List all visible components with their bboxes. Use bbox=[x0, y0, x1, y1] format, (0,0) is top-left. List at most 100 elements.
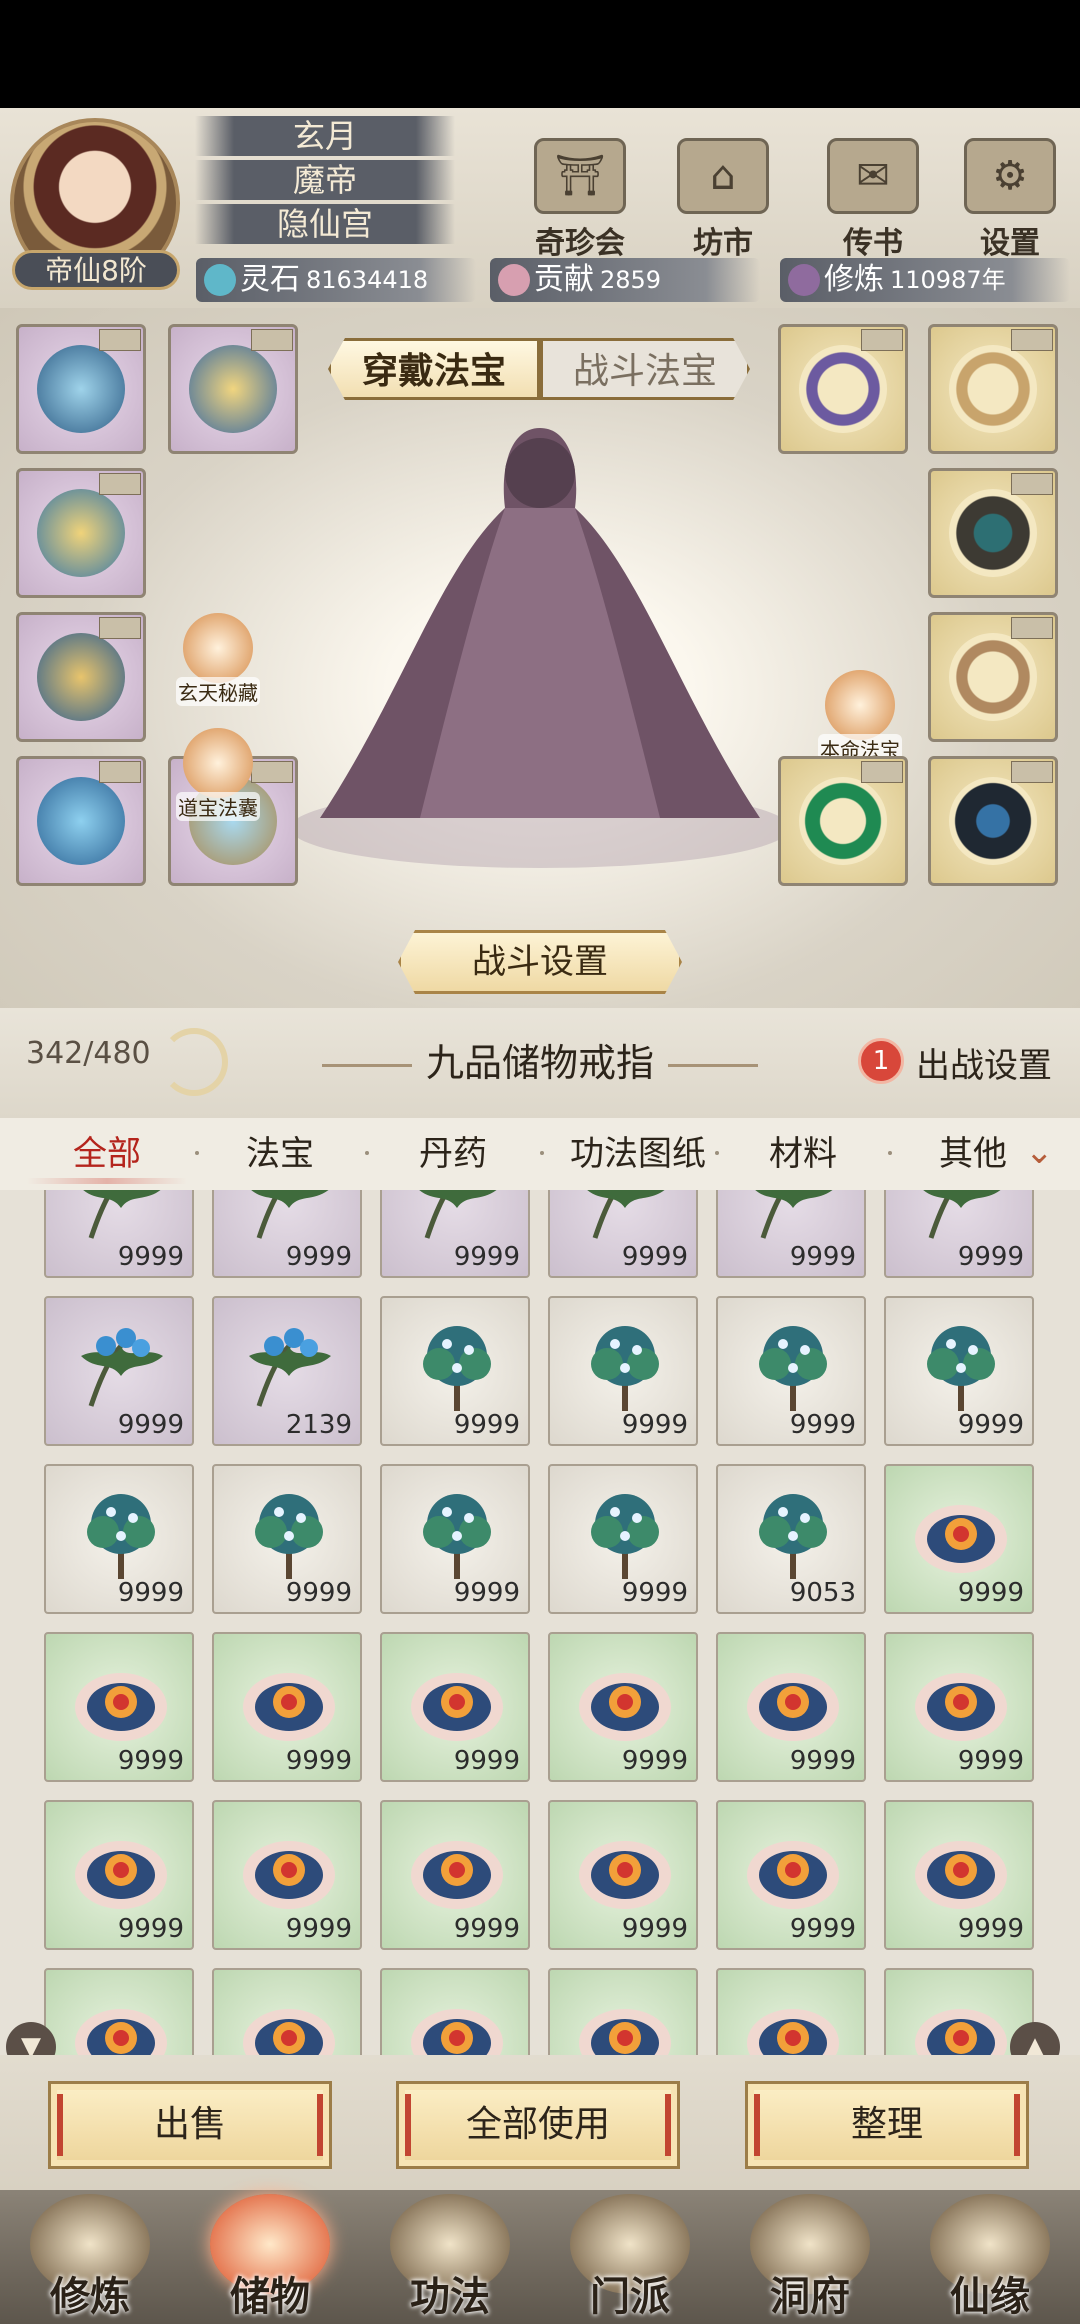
dao-pouch-button[interactable]: 道宝法囊 bbox=[176, 728, 260, 821]
inventory-slot[interactable] bbox=[44, 1968, 194, 2055]
nav-cave[interactable]: 洞府 bbox=[720, 2190, 900, 2324]
nav-cultivate[interactable]: 修炼 bbox=[0, 2190, 180, 2324]
tab-worn-treasures[interactable]: 穿戴法宝 bbox=[328, 338, 540, 400]
equip-slot-ring-1[interactable] bbox=[778, 324, 908, 454]
tree-herb-icon bbox=[423, 1326, 491, 1411]
inventory-slot[interactable]: 2139 bbox=[212, 1296, 362, 1446]
cultivation-counter: 修炼 110987年 bbox=[780, 258, 1070, 302]
item-count: 9999 bbox=[285, 1578, 352, 1608]
sell-button[interactable]: 出售 bbox=[48, 2081, 332, 2169]
inventory-slot[interactable]: 9999 bbox=[716, 1800, 866, 1950]
equip-slot-helmet[interactable] bbox=[168, 324, 298, 454]
inventory-slot[interactable] bbox=[548, 1968, 698, 2055]
inventory-slot[interactable]: 9999 bbox=[380, 1632, 530, 1782]
sort-button[interactable]: 整理 bbox=[745, 2081, 1029, 2169]
inventory-slot[interactable]: 9999 bbox=[884, 1800, 1034, 1950]
equip-slot-ring-3[interactable] bbox=[928, 468, 1058, 598]
inventory-slot[interactable]: 9999 bbox=[380, 1800, 530, 1950]
use-all-button[interactable]: 全部使用 bbox=[396, 2081, 680, 2169]
deploy-settings-button[interactable]: 出战设置 bbox=[916, 1038, 1052, 1087]
chevron-down-icon[interactable]: ⌄ bbox=[1025, 1132, 1054, 1172]
equip-slot-ring-4[interactable] bbox=[928, 612, 1058, 742]
inventory-slot[interactable]: 9999 bbox=[884, 1296, 1034, 1446]
inventory-slot[interactable]: 9999 bbox=[884, 1464, 1034, 1614]
nav-storage[interactable]: 储物 bbox=[180, 2190, 360, 2324]
inventory-slot[interactable]: 9999 bbox=[380, 1464, 530, 1614]
bracer-icon bbox=[37, 633, 125, 721]
inventory-slot[interactable]: 9999 bbox=[44, 1632, 194, 1782]
inventory-slot[interactable] bbox=[716, 1968, 866, 2055]
tab-all[interactable]: 全部 bbox=[27, 1118, 187, 1190]
cultivation-label: 修炼 bbox=[824, 262, 884, 297]
storage-header: 342/480 九品储物戒指 1 出战设置 bbox=[0, 1008, 1080, 1118]
inventory-slot[interactable]: 9999 bbox=[212, 1464, 362, 1614]
swirl-icon bbox=[183, 613, 253, 683]
tab-treasures[interactable]: 法宝 bbox=[205, 1118, 355, 1190]
natal-treasure-button[interactable]: 本命法宝 bbox=[818, 670, 902, 763]
battle-settings-button[interactable]: 战斗设置 bbox=[398, 930, 682, 994]
inventory-slot[interactable]: 9999 bbox=[548, 1464, 698, 1614]
slot-tag-icon bbox=[1011, 761, 1053, 783]
inventory-slot[interactable]: 9999 bbox=[44, 1464, 194, 1614]
item-count: 9999 bbox=[285, 1914, 352, 1944]
inventory-slot[interactable]: 9999 bbox=[884, 1632, 1034, 1782]
tab-techniques[interactable]: 功法图纸 bbox=[553, 1118, 723, 1190]
flower-herb-icon bbox=[411, 1673, 503, 1741]
tab-pills[interactable]: 丹药 bbox=[378, 1118, 528, 1190]
inventory-slot[interactable]: 9999 bbox=[212, 1190, 362, 1278]
equip-slot-ring-5[interactable] bbox=[778, 756, 908, 886]
tab-materials[interactable]: 材料 bbox=[728, 1118, 878, 1190]
equip-slot-armor[interactable] bbox=[16, 468, 146, 598]
settings-label: 设置 bbox=[980, 226, 1040, 261]
realm-badge: 帝仙8阶 bbox=[12, 250, 180, 290]
inventory-slot[interactable]: 9999 bbox=[548, 1296, 698, 1446]
inventory-slot[interactable] bbox=[212, 1968, 362, 2055]
equip-slot-ring-6[interactable] bbox=[928, 756, 1058, 886]
spirit-stone-icon bbox=[204, 264, 236, 296]
equipment-panel: 穿戴法宝 战斗法宝 玄天秘藏 道宝法囊 本命法宝 战斗设置 bbox=[0, 308, 1080, 1008]
equip-slot-bracer[interactable] bbox=[16, 612, 146, 742]
slot-tag-icon bbox=[861, 329, 903, 351]
inventory-slot[interactable]: 9999 bbox=[380, 1190, 530, 1278]
inventory-slot[interactable]: 9999 bbox=[548, 1632, 698, 1782]
equip-slot-necklace[interactable] bbox=[16, 324, 146, 454]
item-count: 9999 bbox=[957, 1578, 1024, 1608]
helmet-icon bbox=[189, 345, 277, 433]
inventory-slot[interactable] bbox=[380, 1968, 530, 2055]
item-count: 9999 bbox=[117, 1746, 184, 1776]
mail-button[interactable]: ✉ 传书 bbox=[818, 138, 928, 261]
settings-button[interactable]: ⚙ 设置 bbox=[955, 138, 1065, 261]
item-count: 2139 bbox=[285, 1410, 352, 1440]
flower-herb-icon bbox=[747, 2009, 839, 2055]
item-count: 9999 bbox=[789, 1242, 856, 1272]
item-grid[interactable]: 9999 9999 9999 9999 9999 9999 9999 2139 9999 9999… bbox=[0, 1190, 1080, 2055]
inventory-slot[interactable]: 9999 bbox=[44, 1800, 194, 1950]
flower-herb-icon bbox=[579, 2009, 671, 2055]
inventory-slot[interactable]: 9053 bbox=[716, 1464, 866, 1614]
market-button[interactable]: ⌂ 坊市 bbox=[668, 138, 778, 261]
mystic-vault-button[interactable]: 玄天秘藏 bbox=[176, 613, 260, 706]
item-count: 9999 bbox=[621, 1410, 688, 1440]
spirit-stone-label: 灵石 bbox=[240, 262, 300, 297]
nav-techniques[interactable]: 功法 bbox=[360, 2190, 540, 2324]
inventory-slot[interactable]: 9999 bbox=[716, 1190, 866, 1278]
nav-fate[interactable]: 仙缘 bbox=[900, 2190, 1080, 2324]
leaf-herb-icon bbox=[83, 1190, 161, 1239]
inventory-slot[interactable]: 9999 bbox=[548, 1190, 698, 1278]
equip-slot-ring-2[interactable] bbox=[928, 324, 1058, 454]
inventory-slot[interactable]: 9999 bbox=[716, 1296, 866, 1446]
tab-battle-treasures[interactable]: 战斗法宝 bbox=[540, 338, 750, 400]
treasure-auction-button[interactable]: ⛩ 奇珍会 bbox=[525, 138, 635, 261]
inventory-slot[interactable]: 9999 bbox=[716, 1632, 866, 1782]
nav-sect[interactable]: 门派 bbox=[540, 2190, 720, 2324]
inventory-slot[interactable]: 9999 bbox=[884, 1190, 1034, 1278]
inventory-slot[interactable]: 9999 bbox=[44, 1296, 194, 1446]
inventory-slot[interactable]: 9999 bbox=[44, 1190, 194, 1278]
equip-slot-leggings[interactable] bbox=[16, 756, 146, 886]
tree-herb-icon bbox=[759, 1494, 827, 1579]
inventory-slot[interactable]: 9999 bbox=[212, 1632, 362, 1782]
inventory-slot[interactable]: 9999 bbox=[548, 1800, 698, 1950]
nav-storage-label: 储物 bbox=[230, 2274, 310, 2320]
inventory-slot[interactable]: 9999 bbox=[380, 1296, 530, 1446]
inventory-slot[interactable]: 9999 bbox=[212, 1800, 362, 1950]
